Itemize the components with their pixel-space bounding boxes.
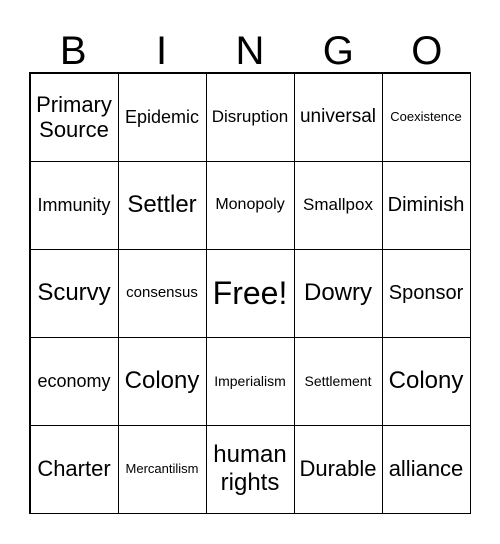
bingo-cell[interactable]: human rights	[205, 424, 295, 514]
bingo-cell[interactable]: Epidemic	[117, 72, 207, 162]
header-letter-g: G	[322, 29, 354, 73]
header-letter-i: I	[156, 29, 168, 73]
bingo-grid: Primary Source Epidemic Disruption unive…	[29, 72, 471, 514]
bingo-cell[interactable]: Sponsor	[381, 248, 471, 338]
bingo-cell[interactable]: Diminish	[381, 160, 471, 250]
bingo-cell[interactable]: Durable	[293, 424, 383, 514]
bingo-cell[interactable]: Colony	[381, 336, 471, 426]
bingo-cell[interactable]: Disruption	[205, 72, 295, 162]
bingo-cell[interactable]: Scurvy	[29, 248, 119, 338]
free-space[interactable]: Free!	[205, 248, 295, 338]
header-letter-o: O	[411, 29, 443, 73]
bingo-cell[interactable]: economy	[29, 336, 119, 426]
bingo-cell[interactable]: Settler	[117, 160, 207, 250]
bingo-cell[interactable]: Immunity	[29, 160, 119, 250]
header-letter-n: N	[235, 29, 265, 73]
bingo-cell[interactable]: Primary Source	[29, 72, 119, 162]
bingo-cell[interactable]: Mercantilism	[117, 424, 207, 514]
bingo-cell[interactable]: Colony	[117, 336, 207, 426]
bingo-cell[interactable]: Coexistence	[381, 72, 471, 162]
bingo-cell[interactable]: Imperialism	[205, 336, 295, 426]
bingo-header: B I N G O	[29, 28, 471, 74]
header-letter-b: B	[59, 29, 87, 73]
bingo-cell[interactable]: Smallpox	[293, 160, 383, 250]
bingo-cell[interactable]: universal	[293, 72, 383, 162]
bingo-cell[interactable]: Settlement	[293, 336, 383, 426]
bingo-cell[interactable]: Dowry	[293, 248, 383, 338]
bingo-cell[interactable]: Monopoly	[205, 160, 295, 250]
bingo-cell[interactable]: alliance	[381, 424, 471, 514]
bingo-cell[interactable]: consensus	[117, 248, 207, 338]
bingo-cell[interactable]: Charter	[29, 424, 119, 514]
